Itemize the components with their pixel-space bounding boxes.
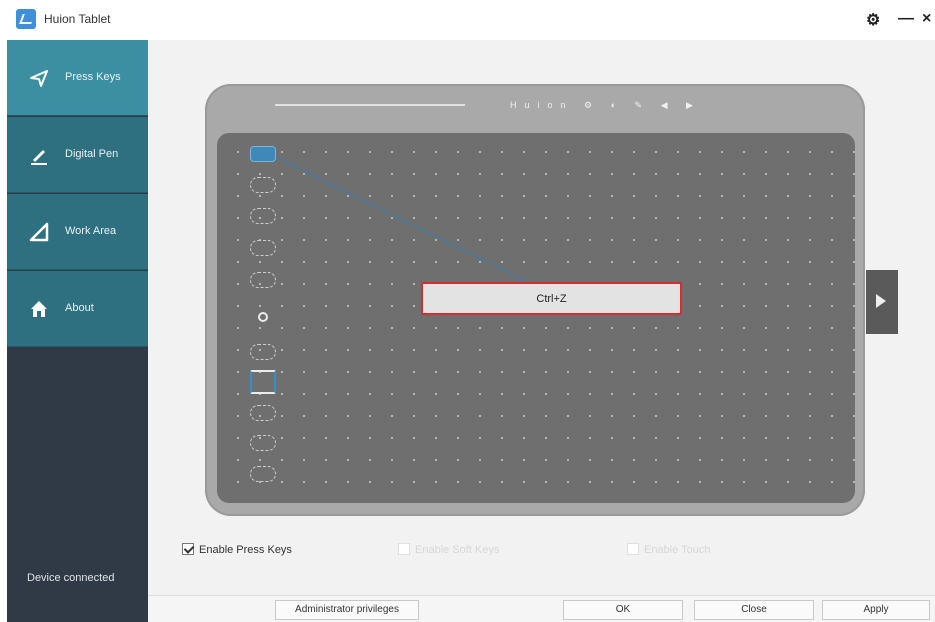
press-key-10[interactable] — [250, 466, 276, 482]
key-ring[interactable] — [258, 312, 268, 322]
enable-soft-keys-option[interactable]: Enable Soft Keys — [398, 543, 499, 556]
enable-press-keys-checkbox[interactable] — [182, 543, 194, 555]
footer-bar — [148, 595, 935, 622]
enable-soft-keys-checkbox[interactable] — [398, 543, 410, 555]
apply-button[interactable]: Apply — [822, 600, 930, 620]
ok-button[interactable]: OK — [563, 600, 683, 620]
press-key-3[interactable] — [250, 208, 276, 224]
press-key-1[interactable] — [250, 146, 276, 162]
enable-touch-checkbox[interactable] — [627, 543, 639, 555]
enable-touch-option[interactable]: Enable Touch — [627, 543, 710, 556]
enable-touch-label: Enable Touch — [644, 544, 711, 556]
press-key-9[interactable] — [250, 435, 276, 451]
close-button[interactable]: Close — [694, 600, 814, 620]
press-key-6[interactable] — [250, 344, 276, 360]
key-assignment-callout[interactable]: Ctrl+Z — [421, 282, 682, 315]
enable-soft-keys-label: Enable Soft Keys — [415, 544, 500, 556]
press-key-8[interactable] — [250, 405, 276, 421]
enable-press-keys-label: Enable Press Keys — [199, 544, 292, 556]
press-key-2[interactable] — [250, 177, 276, 193]
administrator-privileges-button[interactable]: Administrator privileges — [275, 600, 419, 620]
expand-panel-button[interactable] — [866, 270, 898, 334]
press-key-5[interactable] — [250, 272, 276, 288]
enable-press-keys-option[interactable]: Enable Press Keys — [182, 543, 292, 556]
press-key-7[interactable] — [250, 370, 276, 394]
press-key-4[interactable] — [250, 240, 276, 256]
key-assignment-value: Ctrl+Z — [536, 293, 567, 305]
